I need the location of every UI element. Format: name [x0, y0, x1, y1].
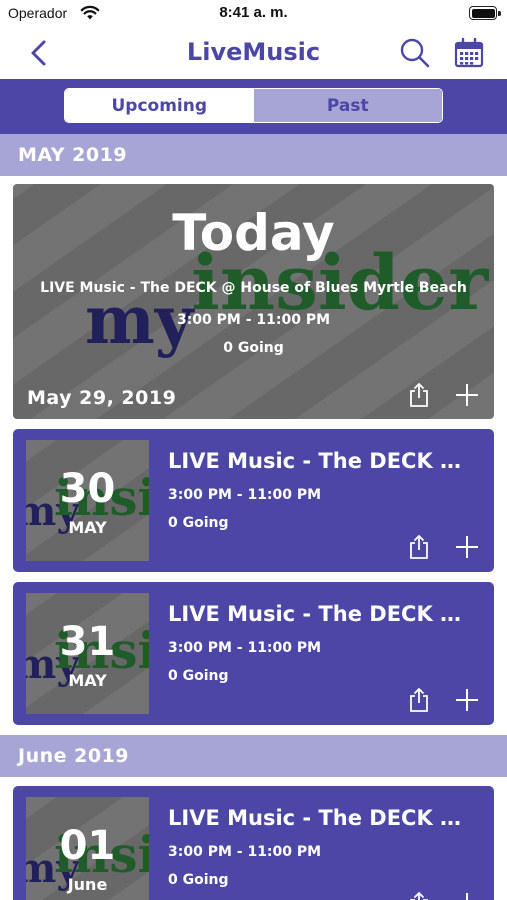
section-header-label: June 2019 — [18, 745, 130, 767]
event-time: 3:00 PM - 11:00 PM — [168, 640, 322, 656]
event-title: LIVE Music - The DECK @ House of Blues M… — [40, 280, 467, 296]
search-button[interactable] — [398, 36, 432, 70]
event-time: 3:00 PM - 11:00 PM — [168, 487, 322, 503]
event-thumbnail: my insider 01 June — [26, 797, 149, 900]
share-icon — [410, 891, 428, 900]
event-month: MAY — [68, 671, 107, 690]
event-card[interactable]: my insider 01 June LIVE Music - The DECK… — [13, 786, 494, 900]
segment-bar: Upcoming Past — [0, 79, 507, 134]
add-event-button[interactable] — [454, 382, 480, 408]
section-header-june-2019: June 2019 — [0, 735, 507, 777]
chevron-left-icon — [31, 40, 46, 66]
tab-upcoming[interactable]: Upcoming — [65, 89, 254, 122]
plus-icon — [456, 689, 478, 711]
status-time: 8:41 a. m. — [219, 4, 288, 21]
calendar-icon — [454, 37, 484, 68]
add-event-button[interactable] — [454, 687, 480, 713]
share-button[interactable] — [407, 687, 431, 713]
event-time: 3:00 PM - 11:00 PM — [176, 312, 331, 328]
event-card[interactable]: my insider 31 MAY LIVE Music - The DECK … — [13, 582, 494, 725]
event-date: May 29, 2019 — [27, 387, 177, 409]
event-title: LIVE Music - The DECK @ House of Blues M… — [168, 602, 480, 626]
plus-icon — [456, 384, 478, 406]
event-day: 01 — [59, 823, 116, 869]
event-day: 30 — [59, 466, 116, 512]
event-title: LIVE Music - The DECK @ House of Blues M… — [168, 806, 480, 830]
event-going-count: 0 Going — [223, 340, 284, 356]
event-month: June — [67, 875, 108, 894]
search-icon — [400, 38, 430, 68]
share-button[interactable] — [407, 891, 431, 900]
share-button[interactable] — [407, 534, 431, 560]
calendar-button[interactable] — [452, 36, 486, 70]
share-icon — [410, 382, 428, 407]
status-bar: Operador 8:41 a. m. — [0, 0, 507, 28]
event-going-count: 0 Going — [168, 668, 229, 684]
event-month: MAY — [68, 518, 107, 537]
share-icon — [410, 687, 428, 712]
today-label: Today — [172, 204, 335, 262]
event-title: LIVE Music - The DECK @ House of Blues M… — [168, 449, 480, 473]
battery-icon — [469, 6, 501, 20]
event-thumbnail: my insider 30 MAY — [26, 440, 149, 561]
event-card[interactable]: my insider 30 MAY LIVE Music - The DECK … — [13, 429, 494, 572]
segmented-control: Upcoming Past — [64, 88, 443, 123]
section-header-may-2019: MAY 2019 — [0, 134, 507, 176]
share-button[interactable] — [407, 382, 431, 408]
event-thumbnail: my insider 31 MAY — [26, 593, 149, 714]
plus-icon — [466, 893, 468, 900]
plus-icon — [456, 536, 478, 558]
event-going-count: 0 Going — [168, 872, 229, 888]
share-icon — [410, 534, 428, 559]
event-day: 31 — [59, 619, 116, 665]
featured-event-card[interactable]: my insider Today LIVE Music - The DECK @… — [13, 184, 494, 419]
add-event-button[interactable] — [454, 891, 480, 900]
add-event-button[interactable] — [454, 534, 480, 560]
event-going-count: 0 Going — [168, 515, 229, 531]
back-button[interactable] — [22, 36, 56, 70]
tab-past[interactable]: Past — [253, 89, 442, 122]
navigation-bar: LiveMusic — [0, 28, 507, 79]
section-header-label: MAY 2019 — [18, 144, 128, 166]
event-time: 3:00 PM - 11:00 PM — [168, 844, 322, 860]
